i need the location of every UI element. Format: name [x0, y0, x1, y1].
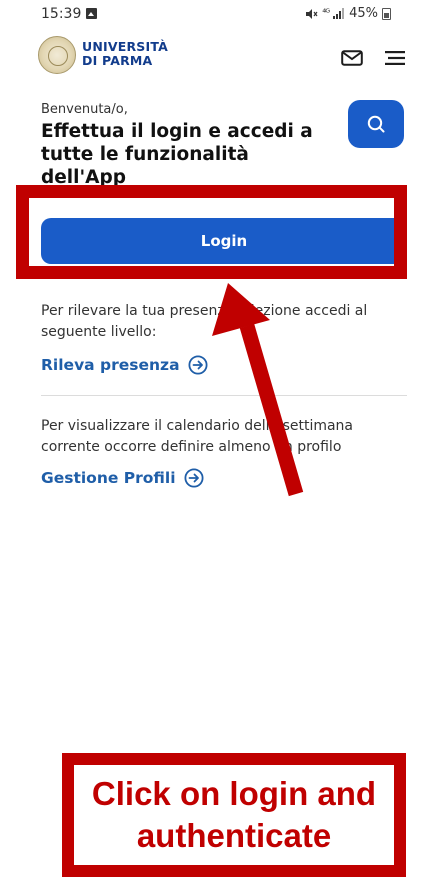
- logo-line-1: UNIVERSITÀ: [82, 39, 168, 54]
- calendar-info-text: Per visualizzare il calendario della set…: [41, 418, 354, 455]
- network-type: ⁴ᴳ: [322, 8, 330, 19]
- status-indicators: ⁴ᴳ 45%: [305, 6, 391, 21]
- arrow-circle-right-icon: [188, 355, 208, 375]
- battery-icon: [382, 7, 391, 20]
- signal-bars-icon: [333, 8, 345, 19]
- greeting-text: Benvenuta/o,: [41, 102, 128, 117]
- page-title: Effettua il login e accedi a tutte le fu…: [41, 121, 313, 188]
- university-seal-logo: [38, 36, 76, 74]
- instruction-text: Click on login and authenticate: [91, 775, 377, 854]
- battery-level: 45%: [349, 6, 378, 21]
- gestione-profili-label: Gestione Profili: [41, 469, 176, 487]
- section-divider: [41, 395, 407, 396]
- status-bar: 15:39 ⁴ᴳ 45%: [0, 0, 421, 30]
- presence-info-text: Per rilevare la tua presenza a lezione a…: [41, 303, 368, 340]
- login-button[interactable]: Login: [41, 218, 407, 264]
- gestione-profili-link[interactable]: Gestione Profili: [41, 468, 204, 488]
- status-time: 15:39: [41, 6, 82, 22]
- rileva-presenza-label: Rileva presenza: [41, 356, 180, 374]
- hamburger-menu-icon[interactable]: [385, 51, 405, 65]
- search-icon: [367, 115, 385, 133]
- logo-line-2: DI PARMA: [82, 53, 153, 68]
- app-header: UNIVERSITÀ DI PARMA: [0, 34, 421, 78]
- image-notification-icon: [86, 8, 97, 19]
- arrow-circle-right-icon: [184, 468, 204, 488]
- instruction-callout: Click on login and authenticate: [62, 753, 406, 877]
- rileva-presenza-link[interactable]: Rileva presenza: [41, 355, 208, 375]
- envelope-icon[interactable]: [341, 50, 363, 66]
- search-button[interactable]: [348, 100, 404, 148]
- university-logo-text: UNIVERSITÀ DI PARMA: [82, 40, 168, 68]
- mute-icon: [306, 8, 318, 19]
